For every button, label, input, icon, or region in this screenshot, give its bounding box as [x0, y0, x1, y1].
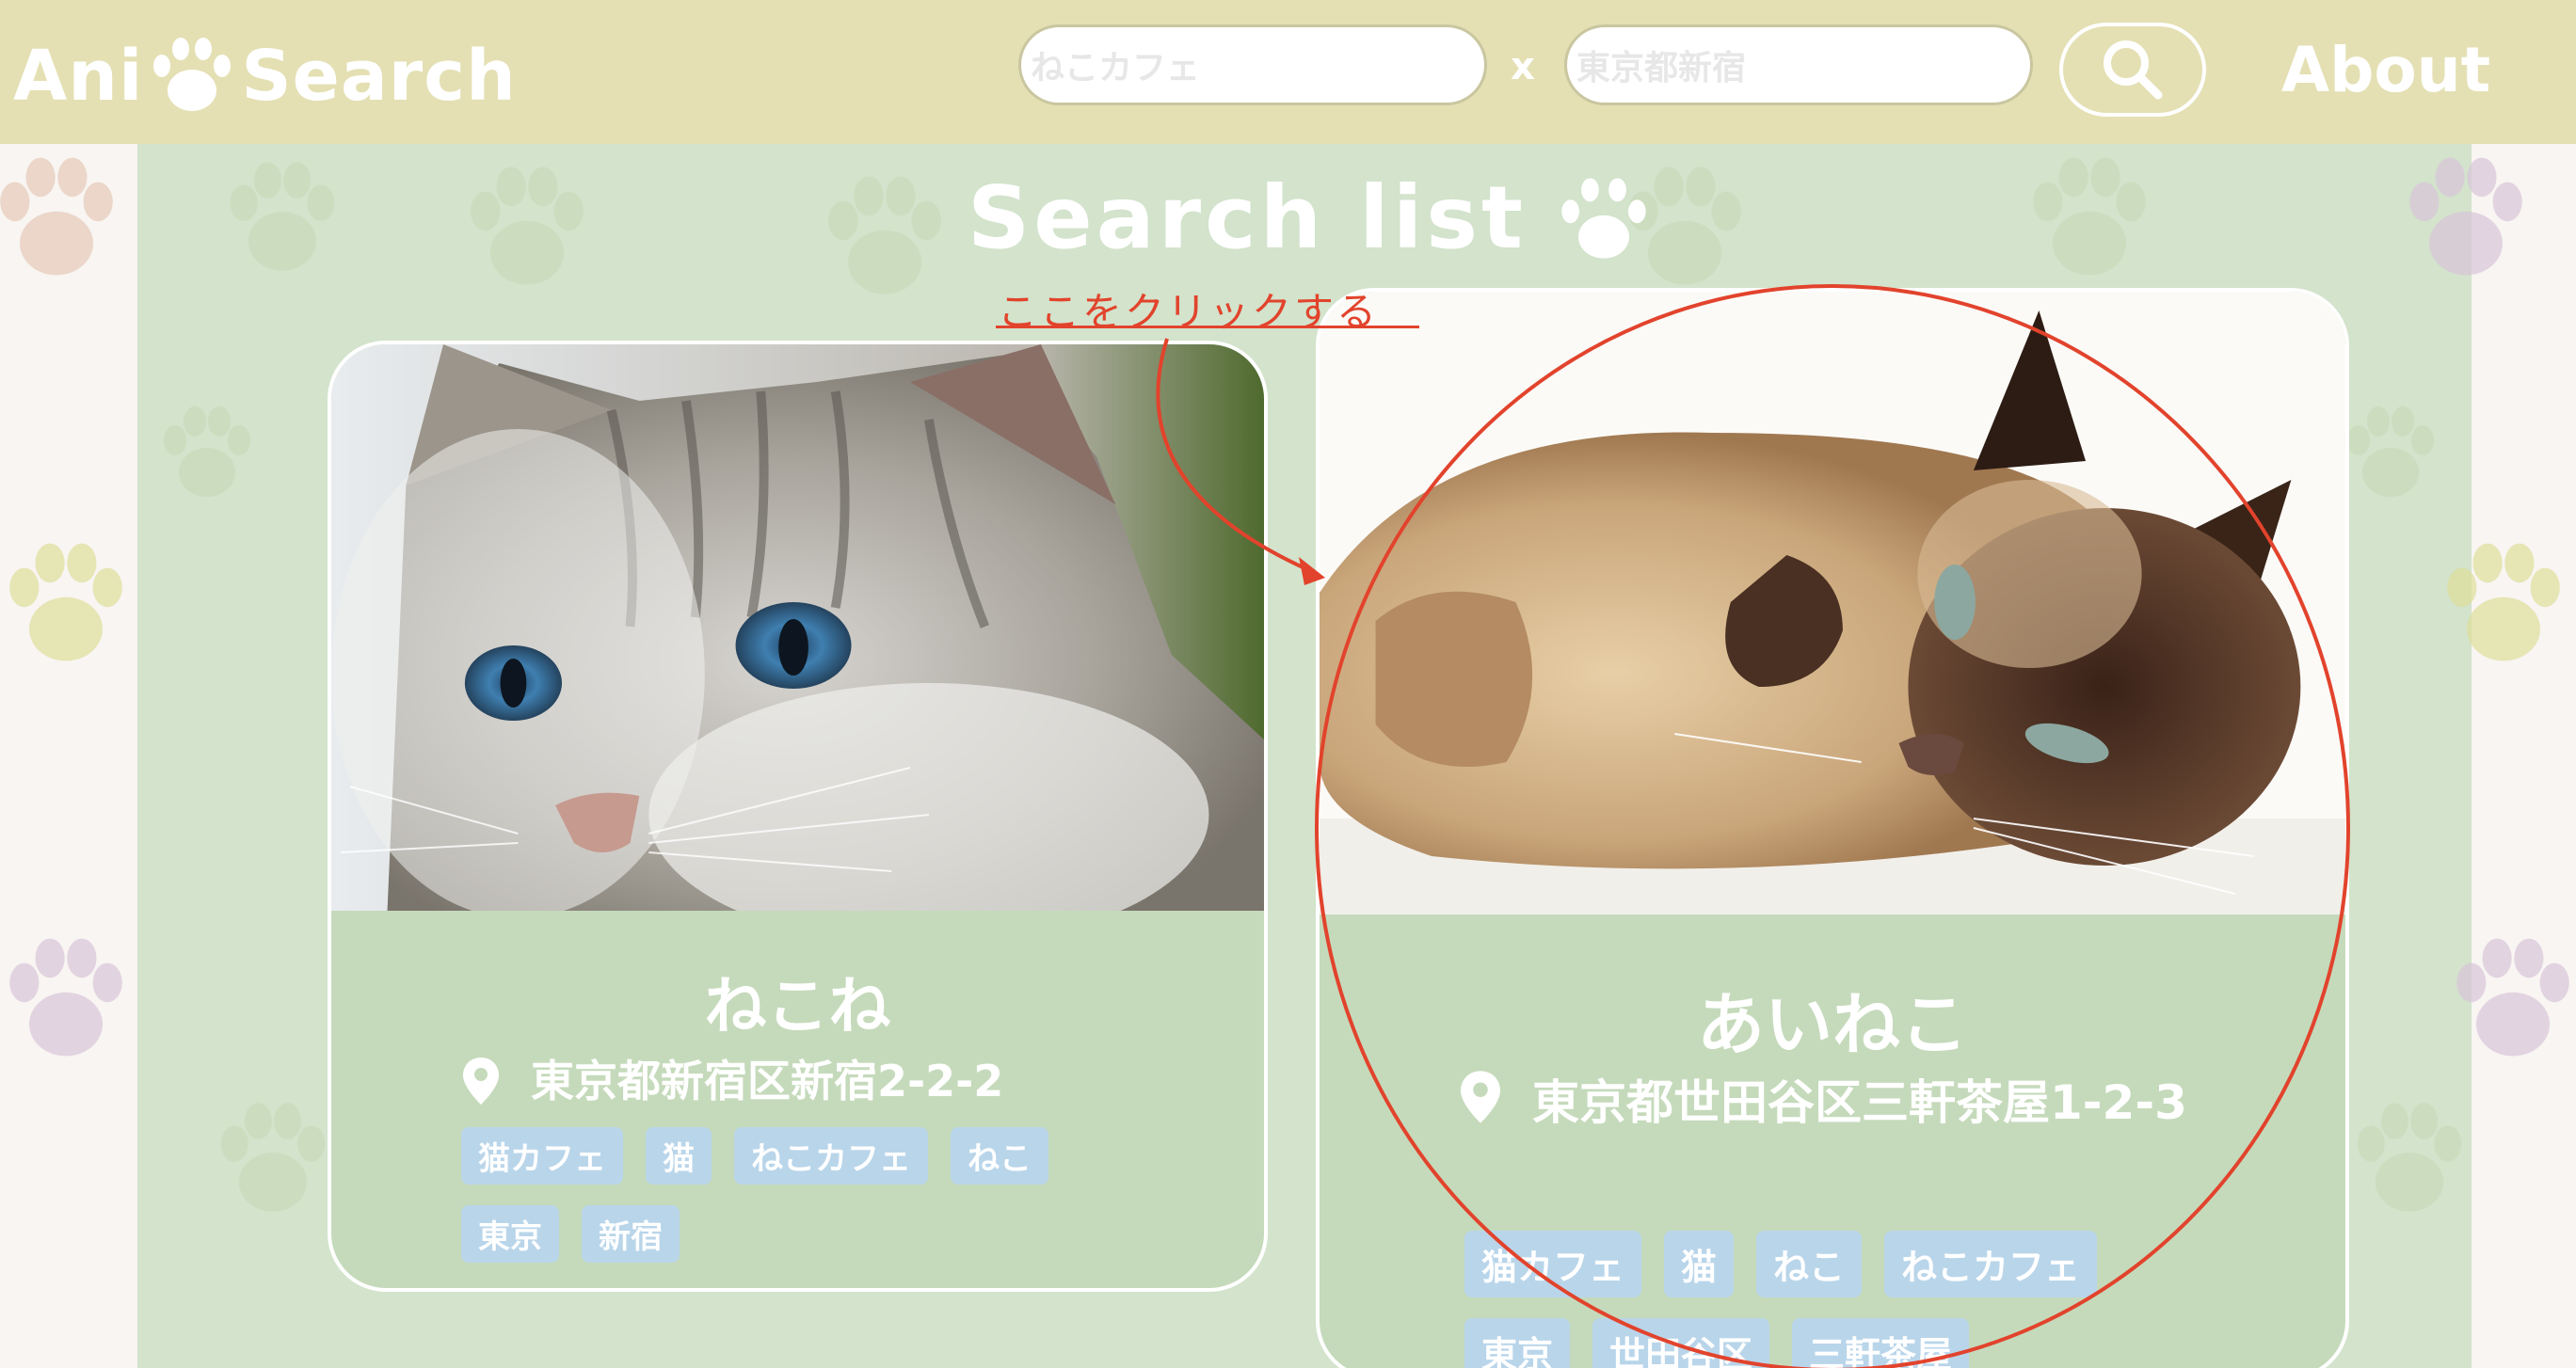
page-title-text: Search list: [968, 167, 1527, 268]
tag-list: 猫カフェ 猫 ねこカフェ ねこ 東京 新宿: [461, 1127, 1120, 1263]
shop-address: 東京都世田谷区三軒茶屋1-2-3: [1461, 1065, 2214, 1140]
tag-list: 猫カフェ 猫 ねこ ねこカフェ 東京 世田谷区 三軒茶屋: [1464, 1231, 2180, 1368]
shop-name: あいねこ: [1696, 985, 1968, 1064]
about-link[interactable]: About: [2281, 34, 2490, 106]
background-right: [2472, 144, 2576, 1368]
tag[interactable]: 東京: [461, 1205, 559, 1263]
cat-photo: [331, 344, 1264, 911]
tag[interactable]: ねこ: [1756, 1231, 1863, 1297]
location-pin-icon: [463, 1058, 499, 1105]
paw-logo-icon: [153, 38, 232, 111]
tag[interactable]: 新宿: [582, 1205, 680, 1263]
shop-card[interactable]: ねこね 東京都新宿区新宿2-2-2 猫カフェ 猫 ねこカフェ ねこ 東京 新宿: [328, 341, 1268, 1292]
app-logo[interactable]: Ani Search: [13, 32, 517, 117]
background-left: [0, 144, 137, 1368]
shop-address-text: 東京都新宿区新宿2-2-2: [531, 1056, 1004, 1106]
top-nav-bar: Ani Search ねこカフェ x 東京都新宿 About: [0, 0, 2576, 144]
tag[interactable]: 世田谷区: [1592, 1318, 1770, 1368]
cat-photo: [1320, 292, 2345, 915]
shop-address: 東京都新宿区新宿2-2-2: [463, 1052, 1003, 1110]
tag[interactable]: 猫: [646, 1127, 712, 1185]
shop-name: ねこね: [704, 970, 891, 1042]
tag[interactable]: ねこ: [951, 1127, 1048, 1185]
search-location-input[interactable]: 東京都新宿: [1564, 24, 2033, 105]
annotation-underline: [996, 326, 1419, 328]
tag[interactable]: ねこカフェ: [1884, 1231, 2098, 1297]
page-title: Search list: [968, 167, 1653, 268]
tag[interactable]: 猫: [1664, 1231, 1735, 1297]
logo-text-ani: Ani: [13, 36, 144, 117]
tag[interactable]: 猫カフェ: [1464, 1231, 1642, 1297]
search-icon: [2104, 40, 2163, 100]
tag[interactable]: ねこカフェ: [734, 1127, 928, 1185]
page: Ani Search ねこカフェ x 東京都新宿 About Search li…: [0, 0, 2576, 1368]
shop-address-text: 東京都世田谷区三軒茶屋1-2-3: [1532, 1075, 2187, 1130]
tag[interactable]: 猫カフェ: [461, 1127, 623, 1185]
shop-card[interactable]: あいねこ 東京都世田谷区三軒茶屋1-2-3 猫カフェ 猫 ねこ ねこカフェ 東京…: [1316, 288, 2349, 1368]
location-pin-icon: [1461, 1071, 1500, 1123]
search-separator: x: [1511, 45, 1535, 88]
logo-text-search: Search: [241, 36, 517, 117]
tag[interactable]: 三軒茶屋: [1792, 1318, 1970, 1368]
paw-title-icon: [1561, 177, 1646, 259]
click-here-annotation: ここをクリックする: [998, 289, 1380, 335]
search-keyword-input[interactable]: ねこカフェ: [1018, 24, 1487, 105]
search-location-placeholder: 東京都新宿: [1576, 49, 1747, 87]
search-button[interactable]: [2059, 23, 2206, 117]
tag[interactable]: 東京: [1464, 1318, 1571, 1368]
search-keyword-placeholder: ねこカフェ: [1031, 49, 1201, 87]
